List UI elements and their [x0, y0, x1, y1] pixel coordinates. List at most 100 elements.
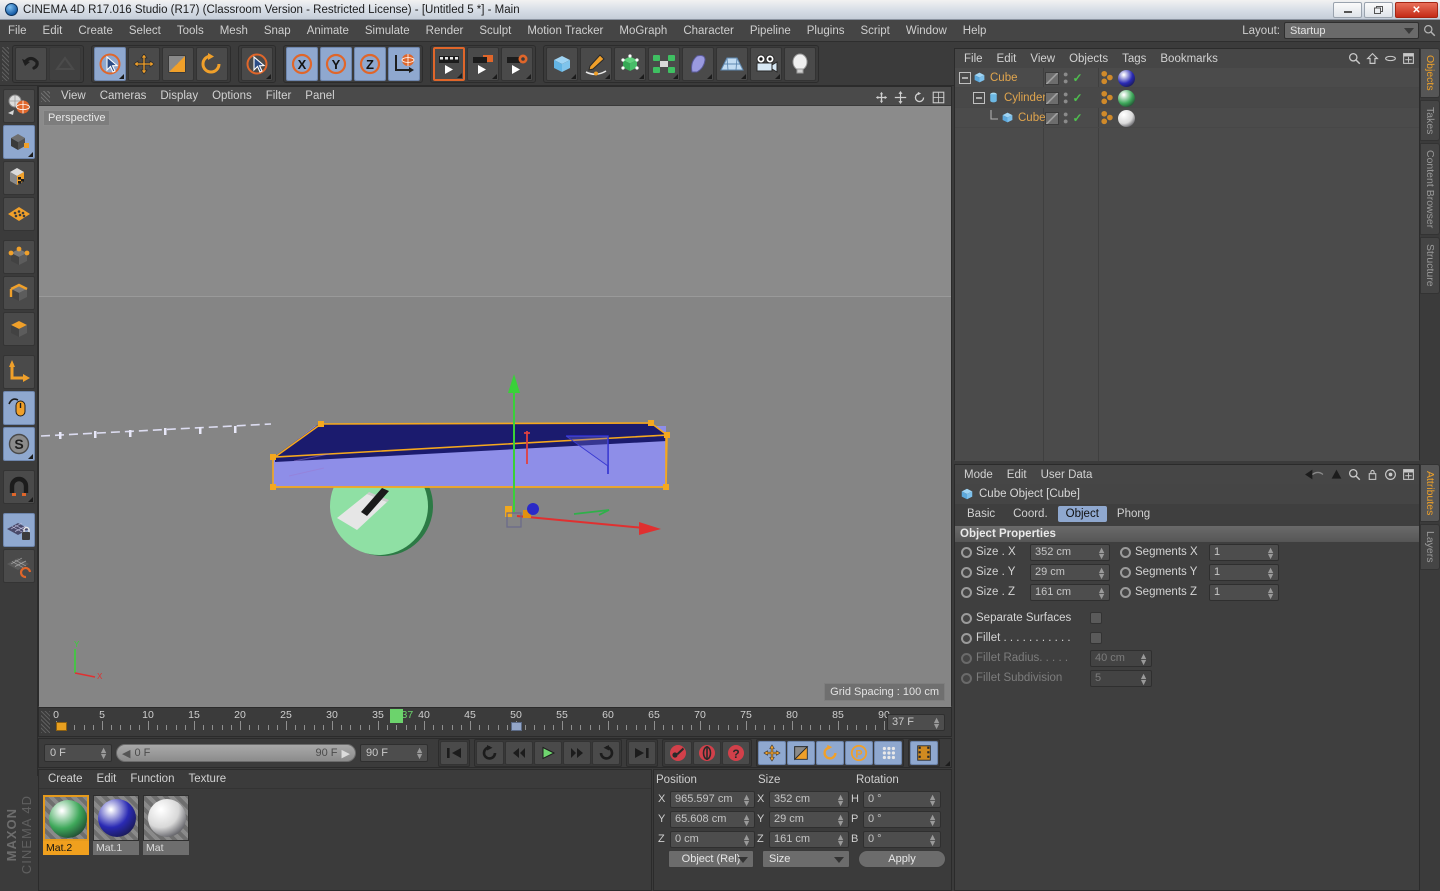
scrub-left-arrow-icon[interactable]: ◀ [122, 747, 130, 760]
render-region-button[interactable] [467, 46, 499, 81]
play-reverse-loop-button[interactable] [476, 741, 504, 765]
enabled-check-icon[interactable]: ✓ [1072, 91, 1082, 105]
key-param-button[interactable]: P [845, 741, 873, 765]
toolbar-grip[interactable] [2, 46, 9, 81]
scale-view-icon[interactable] [894, 91, 907, 104]
coordinate-mode-dropdown[interactable]: Object (Rel) [668, 850, 754, 868]
object-tree-row[interactable]: Cube ● ● ✓ [955, 108, 1419, 128]
layout-dropdown[interactable]: Startup [1284, 22, 1419, 39]
key-rotation-button[interactable] [816, 741, 844, 765]
key-position-button[interactable] [758, 741, 786, 765]
checkbox-toggle[interactable] [1090, 632, 1102, 644]
spinner-icon[interactable]: ▲ ▼ [1139, 651, 1148, 666]
search-icon[interactable] [1348, 468, 1361, 481]
axis-y-button[interactable]: Y [320, 46, 352, 81]
spinner-icon[interactable]: ▲ ▼ [415, 746, 424, 761]
magnet-button[interactable] [2, 470, 35, 504]
menu-edit[interactable]: Edit [35, 22, 71, 40]
viewport-menu-panel[interactable]: Panel [298, 88, 341, 104]
material-cell[interactable]: Mat.1 [93, 795, 139, 855]
object-tree-row[interactable]: Cylinder ● ● ✓ [955, 88, 1419, 108]
checkbox-anim-radio[interactable] [961, 612, 972, 624]
segments-anim-radio[interactable] [1120, 566, 1131, 578]
menu-sculpt[interactable]: Sculpt [471, 22, 519, 40]
menu-simulate[interactable]: Simulate [357, 22, 418, 40]
objmgr-menu-file[interactable]: File [957, 51, 990, 67]
rotation-b-field[interactable]: 0 ° ▲ ▼ [863, 830, 941, 848]
preview-range-scrubber[interactable]: ◀ 0 F 90 F ▶ [116, 744, 356, 762]
attribute-tab-object[interactable]: Object [1057, 506, 1107, 522]
object-name[interactable]: Cylinder [1004, 92, 1046, 104]
matmgr-menu-function[interactable]: Function [123, 771, 181, 787]
tree-expander-icon[interactable] [959, 71, 973, 84]
material-tag-icon[interactable] [1118, 70, 1135, 87]
property-anim-radio[interactable] [961, 566, 972, 578]
viewport-menu-cameras[interactable]: Cameras [93, 88, 154, 104]
rotation-h-field[interactable]: 0 ° ▲ ▼ [863, 790, 941, 808]
object-name[interactable]: Cube [990, 72, 1018, 84]
checkbox-toggle[interactable] [1090, 612, 1102, 624]
spinner-icon[interactable]: ▲ ▼ [932, 715, 941, 730]
enabled-check-icon[interactable]: ✓ [1072, 111, 1082, 125]
step-forward-button[interactable] [563, 741, 591, 765]
segments-field[interactable]: 1 ▲ ▼ [1209, 543, 1279, 561]
menu-pipeline[interactable]: Pipeline [742, 22, 799, 40]
tree-expander-icon[interactable] [987, 109, 1001, 126]
cursor-tool-button[interactable] [241, 46, 273, 81]
side-tab-attributes[interactable]: Attributes [1420, 464, 1440, 523]
enabled-check-icon[interactable]: ✓ [1072, 71, 1082, 85]
search-icon[interactable] [1348, 52, 1361, 65]
menu-script[interactable]: Script [852, 22, 897, 40]
object-layer-swatch[interactable] [1045, 111, 1059, 125]
objmgr-menu-edit[interactable]: Edit [990, 51, 1024, 67]
viewport-menu-view[interactable]: View [54, 88, 93, 104]
size-y-field[interactable]: 29 cm ▲ ▼ [769, 810, 849, 828]
spinner-icon[interactable]: ▲ ▼ [1097, 565, 1106, 580]
light-button[interactable] [784, 46, 816, 81]
viewport-menu-options[interactable]: Options [205, 88, 259, 104]
viewport-menu-display[interactable]: Display [153, 88, 205, 104]
deformer-button[interactable] [682, 46, 714, 81]
points-mode-button[interactable] [2, 240, 35, 274]
position-z-field[interactable]: 0 cm ▲ ▼ [670, 830, 755, 848]
step-back-button[interactable] [505, 741, 533, 765]
render-settings-button[interactable] [501, 46, 533, 81]
key-pla-button[interactable] [874, 741, 902, 765]
scale-tool-button[interactable] [162, 46, 194, 81]
matmgr-menu-texture[interactable]: Texture [181, 771, 233, 787]
go-to-start-button[interactable] [440, 741, 468, 765]
material-thumbnail[interactable] [43, 795, 89, 841]
tag-dots-icon[interactable] [1100, 90, 1116, 107]
current-frame-field[interactable]: 37 F ▲ ▼ [887, 713, 945, 731]
matmgr-menu-create[interactable]: Create [41, 771, 90, 787]
loop-button[interactable] [592, 741, 620, 765]
live-selection-button[interactable] [94, 46, 126, 81]
spinner-icon[interactable]: ▲ ▼ [928, 812, 937, 827]
checkbox-anim-radio[interactable] [961, 632, 972, 644]
cube-primitive-button[interactable] [546, 46, 578, 81]
size-x-field[interactable]: 352 cm ▲ ▼ [769, 790, 849, 808]
menu-render[interactable]: Render [418, 22, 472, 40]
back-navigation-icon[interactable] [1303, 468, 1325, 481]
property-field[interactable]: 352 cm ▲ ▼ [1030, 543, 1110, 561]
menu-tools[interactable]: Tools [169, 22, 212, 40]
spinner-icon[interactable]: ▲ ▼ [1097, 545, 1106, 560]
spinner-icon[interactable]: ▲ ▼ [742, 832, 751, 847]
polygons-mode-button[interactable] [2, 312, 35, 346]
property-anim-radio[interactable] [961, 546, 972, 558]
viewport-3d[interactable]: Perspective Y X Grid Spacing: 100 cm [39, 106, 951, 707]
spline-pen-button[interactable] [580, 46, 612, 81]
apply-button[interactable]: Apply [858, 850, 946, 868]
timeline-grip[interactable] [41, 711, 50, 733]
attrmgr-menu-user-data[interactable]: User Data [1034, 467, 1100, 483]
spinner-icon[interactable]: ▲ ▼ [742, 812, 751, 827]
key-scale-button[interactable] [787, 741, 815, 765]
model-mode-button[interactable] [2, 125, 35, 159]
move-view-icon[interactable] [875, 91, 888, 104]
ellipse-icon[interactable] [1384, 52, 1397, 65]
timeline-button[interactable] [910, 741, 950, 766]
objmgr-menu-view[interactable]: View [1023, 51, 1062, 67]
go-to-end-button[interactable] [628, 741, 656, 765]
edges-mode-button[interactable] [2, 276, 35, 310]
object-tree-row[interactable]: Cube ● ● ✓ [955, 68, 1419, 88]
